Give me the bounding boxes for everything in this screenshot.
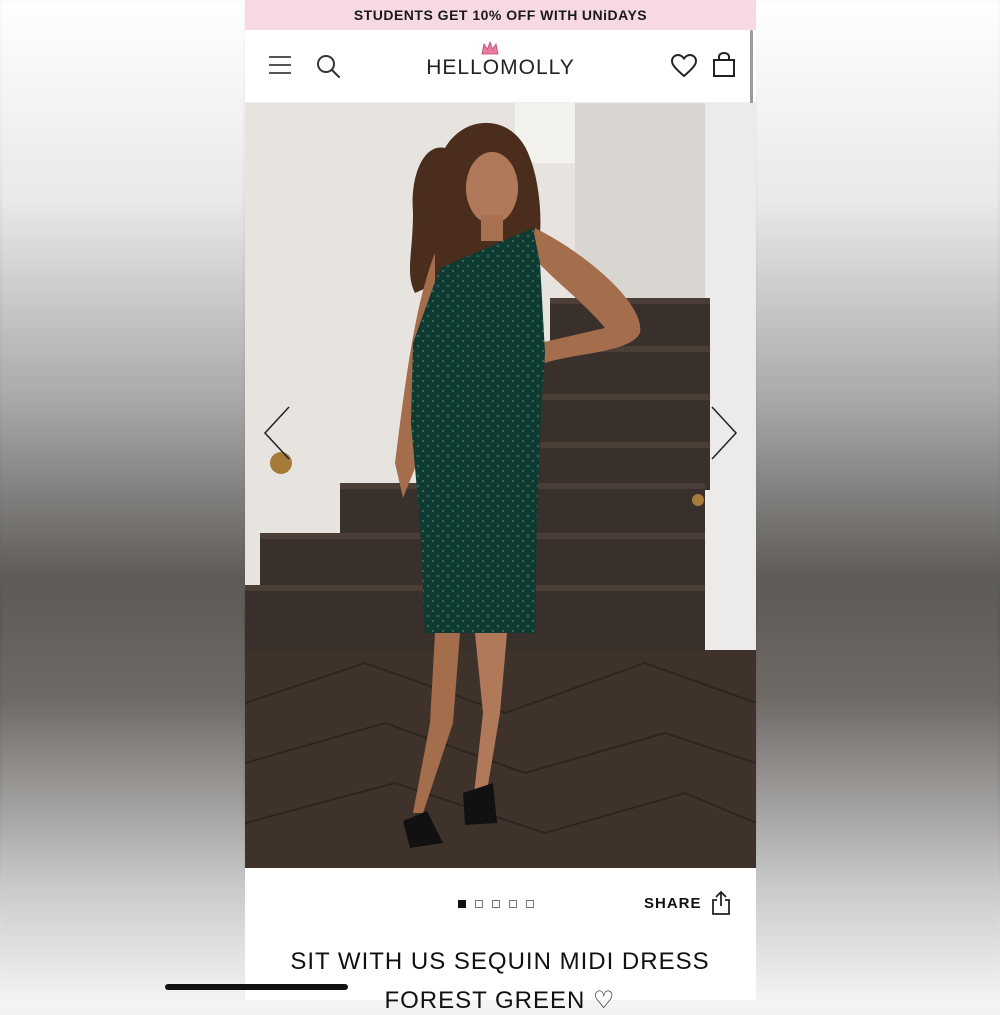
site-header: HELLOMOLLY — [245, 30, 756, 130]
promo-brand: UNiDAYS — [581, 7, 648, 23]
pagination-dot-2[interactable] — [475, 900, 483, 908]
mobile-screen: STUDENTS GET 10% OFF WITH UNiDAYS HELLOM… — [245, 0, 756, 1000]
promo-text: STUDENTS GET 10% OFF WITH — [353, 7, 578, 23]
blurred-background-left — [0, 0, 245, 1000]
product-color: FOREST GREEN ♡ — [384, 987, 616, 1014]
blurred-background-right — [755, 0, 1000, 1000]
promo-banner[interactable]: STUDENTS GET 10% OFF WITH UNiDAYS — [245, 0, 756, 30]
previous-image-arrow-icon[interactable] — [259, 403, 295, 463]
home-indicator[interactable] — [165, 984, 348, 990]
shopping-bag-icon[interactable] — [712, 52, 736, 78]
logo-text: HELLOMOLLY — [426, 56, 575, 79]
pagination-dot-1[interactable] — [458, 900, 466, 908]
product-image[interactable] — [245, 103, 756, 868]
share-icon — [711, 890, 730, 915]
share-label: SHARE — [644, 894, 702, 912]
next-image-arrow-icon[interactable] — [706, 403, 742, 463]
crown-icon — [481, 40, 499, 55]
wishlist-heart-icon[interactable] — [671, 54, 697, 78]
pagination-dot-4[interactable] — [509, 900, 517, 908]
product-photo — [245, 103, 756, 868]
product-title: SIT WITH US SEQUIN MIDI DRESS — [290, 948, 710, 975]
share-button[interactable]: SHARE — [644, 890, 732, 916]
pagination-dot-5[interactable] — [526, 900, 534, 908]
image-pagination — [458, 900, 534, 908]
pagination-dot-3[interactable] — [492, 900, 500, 908]
gallery-controls: SHARE — [245, 868, 756, 938]
